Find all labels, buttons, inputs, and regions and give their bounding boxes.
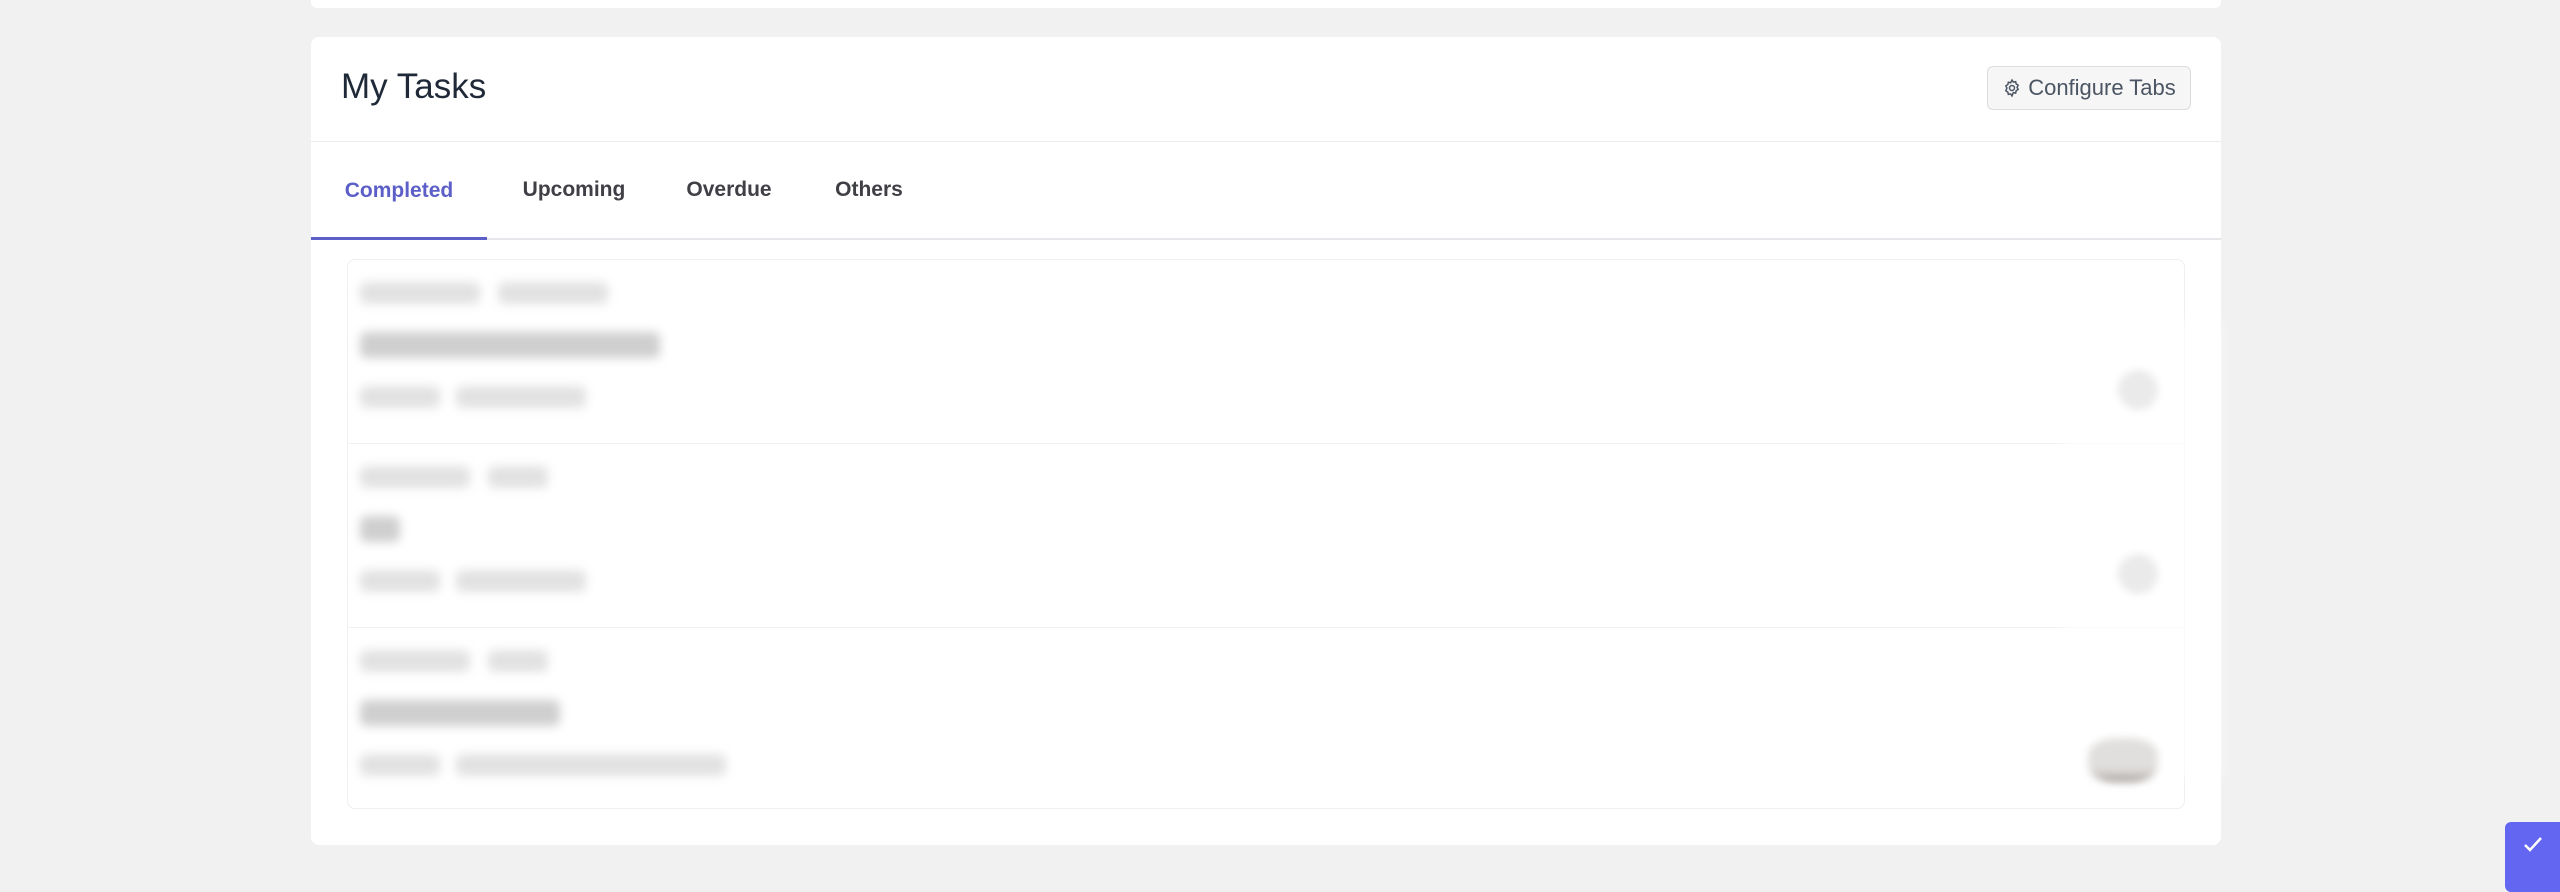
blurred-date xyxy=(456,386,586,408)
blurred-date xyxy=(456,754,726,776)
tab-others[interactable]: Others xyxy=(821,142,917,238)
task-list xyxy=(347,259,2185,809)
card-header: My Tasks Configure Tabs xyxy=(311,37,2221,142)
blurred-title xyxy=(360,700,560,726)
tab-overdue[interactable]: Overdue xyxy=(677,142,781,238)
blurred-tag xyxy=(360,570,440,592)
check-icon xyxy=(2524,837,2542,852)
configure-tabs-label: Configure Tabs xyxy=(2028,75,2176,100)
gear-icon xyxy=(2002,78,2022,98)
blurred-status xyxy=(488,650,548,672)
blurred-tag xyxy=(360,386,440,408)
blurred-title xyxy=(360,516,400,542)
floating-action-button[interactable] xyxy=(2505,822,2560,892)
overlay-panel xyxy=(2064,322,2221,777)
blurred-tag xyxy=(360,754,440,776)
tab-upcoming[interactable]: Upcoming xyxy=(511,142,637,238)
blurred-meta xyxy=(360,650,470,672)
tab-label: Others xyxy=(835,178,903,201)
blurred-meta xyxy=(360,466,470,488)
task-tabs: Completed Upcoming Overdue Others xyxy=(311,142,2221,240)
tab-completed[interactable]: Completed xyxy=(311,142,487,240)
tab-label: Overdue xyxy=(686,178,772,201)
blurred-date xyxy=(456,570,586,592)
tab-label: Upcoming xyxy=(522,178,626,201)
blurred-status xyxy=(488,466,548,488)
top-card xyxy=(311,0,2221,8)
page-title: My Tasks xyxy=(341,67,487,106)
blurred-title xyxy=(360,332,660,358)
task-row[interactable] xyxy=(348,628,2184,808)
tab-label: Completed xyxy=(344,179,454,202)
my-tasks-card: My Tasks Configure Tabs Completed Upcomi… xyxy=(311,37,2221,845)
blurred-meta xyxy=(360,282,480,304)
configure-tabs-button[interactable]: Configure Tabs xyxy=(1987,66,2191,110)
task-row[interactable] xyxy=(348,444,2184,628)
task-row[interactable] xyxy=(348,260,2184,444)
blurred-status xyxy=(498,282,608,304)
